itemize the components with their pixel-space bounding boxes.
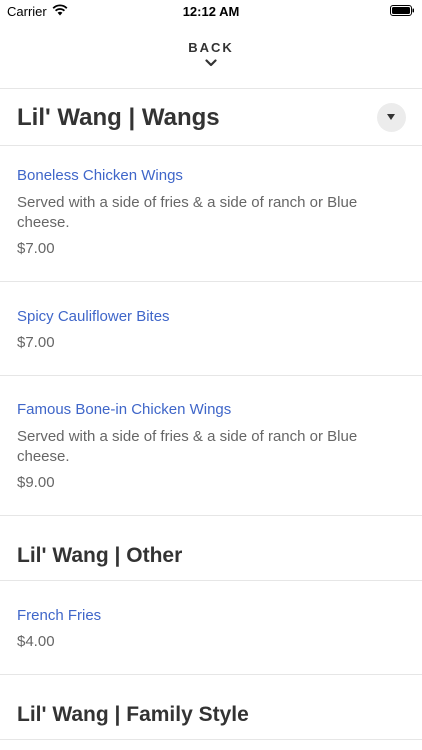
divider: [0, 375, 422, 376]
clock: 12:12 AM: [182, 4, 240, 19]
menu-item-name[interactable]: Spicy Cauliflower Bites: [17, 308, 170, 325]
divider: [0, 739, 422, 740]
divider: [0, 580, 422, 581]
menu-item-price: $7.00: [17, 240, 55, 257]
menu-item-price: $4.00: [17, 633, 55, 650]
divider: [0, 674, 422, 675]
section-title-other: Lil' Wang | Other: [17, 544, 183, 567]
section-dropdown-button[interactable]: [377, 103, 406, 132]
chevron-down-icon: [205, 59, 217, 67]
back-label: BACK: [188, 40, 234, 55]
menu-item-description: Served with a side of fries & a side of …: [17, 428, 358, 465]
section-title-wangs: Lil' Wang | Wangs: [17, 104, 220, 131]
section-title-family-style: Lil' Wang | Family Style: [17, 703, 249, 726]
divider: [0, 88, 422, 89]
battery-icon: [390, 5, 414, 16]
menu-item-name[interactable]: Boneless Chicken Wings: [17, 167, 183, 184]
menu-item-price: $9.00: [17, 474, 55, 491]
divider: [0, 515, 422, 516]
menu-item-price: $7.00: [17, 334, 55, 351]
back-button[interactable]: BACK: [0, 36, 422, 86]
divider: [0, 281, 422, 282]
menu-item-name[interactable]: Famous Bone-in Chicken Wings: [17, 401, 231, 418]
menu-item-description: Served with a side of fries & a side of …: [17, 194, 358, 231]
status-bar: Carrier 12:12 AM: [0, 0, 422, 22]
menu-item-name[interactable]: French Fries: [17, 607, 101, 624]
caret-down-icon: [387, 114, 395, 120]
divider: [0, 145, 422, 146]
